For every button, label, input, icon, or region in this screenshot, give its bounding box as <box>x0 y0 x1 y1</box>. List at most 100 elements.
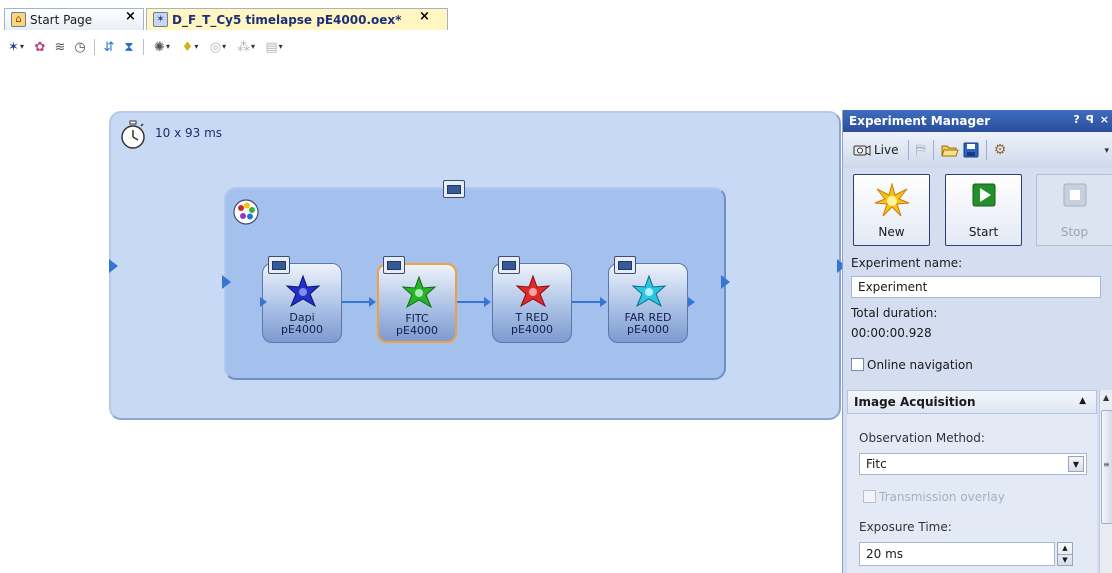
new-label: New <box>878 225 905 239</box>
tab-label: Start Page <box>30 12 93 27</box>
tab-experiment-file[interactable]: ✶ D_F_T_Cy5 timelapse pE4000.oex* × <box>146 8 448 30</box>
disc-icon[interactable]: ◎ ▾ <box>206 39 230 55</box>
export-icon[interactable]: ▤ ▾ <box>262 39 286 55</box>
panel-toolbar: Live ⛿ ⚙ ▾ <box>843 132 1112 168</box>
channel-node-far-red[interactable]: FAR RED pE4000 <box>608 263 688 343</box>
connector-line <box>342 301 370 303</box>
connector-arrow <box>688 297 695 307</box>
monitor-icon[interactable] <box>498 256 520 274</box>
channel-node-t-red[interactable]: T RED pE4000 <box>492 263 572 343</box>
start-button[interactable]: Start <box>945 174 1022 246</box>
observation-method-select[interactable]: Fitc ▼ <box>859 453 1087 475</box>
close-icon[interactable]: × <box>125 10 136 23</box>
connector-line <box>457 301 485 303</box>
tab-label: D_F_T_Cy5 timelapse pE4000.oex* <box>172 12 402 27</box>
fluorophore-star-icon <box>631 274 667 308</box>
fluorophore-star-icon <box>515 274 551 308</box>
close-icon[interactable]: × <box>1100 113 1109 126</box>
monitor-icon[interactable] <box>268 256 290 274</box>
connector-line <box>572 301 600 303</box>
live-button[interactable]: Live <box>851 139 901 161</box>
channel-device: pE4000 <box>281 323 323 336</box>
channel-device: pE4000 <box>627 323 669 336</box>
toolbar-separator <box>907 140 909 160</box>
toolbar-separator <box>985 140 987 160</box>
camera-icon <box>853 145 871 156</box>
collapse-icon[interactable]: ▲ <box>1079 396 1086 406</box>
timelapse-label: 10 x 93 ms <box>155 126 223 140</box>
monitor-icon[interactable] <box>614 256 636 274</box>
channel-node-fitc[interactable]: FITC pE4000 <box>377 263 457 343</box>
branch-icon[interactable]: ⇵ <box>101 39 117 55</box>
stop-button[interactable]: Stop <box>1036 174 1112 246</box>
group-input-port <box>222 275 231 289</box>
experiment-icon: ✶ <box>153 12 168 27</box>
exposure-time-stepper[interactable]: ▲ ▼ <box>1057 542 1073 566</box>
palette-icon <box>233 199 259 225</box>
monitor-icon[interactable] <box>383 256 405 274</box>
exposure-time-value: 20 ms <box>866 547 904 561</box>
experiment-name-label: Experiment name: <box>851 256 963 270</box>
settings-icon[interactable]: ⚙ <box>994 139 1007 161</box>
home-icon: ⌂ <box>11 12 26 27</box>
observation-method-value: Fitc <box>866 457 887 471</box>
connector-arrow <box>369 297 376 307</box>
transmission-overlay-checkbox[interactable]: Transmission overlay <box>863 490 1005 504</box>
stopwatch-icon <box>121 120 145 149</box>
close-icon[interactable]: × <box>419 10 430 23</box>
snap-icon[interactable]: ⛿ <box>916 139 926 161</box>
panel-header: Experiment Manager ? ꟼ × <box>843 110 1112 132</box>
help-icon[interactable]: ? <box>1073 113 1079 126</box>
document-tab-strip: ⌂ Start Page × ✶ D_F_T_Cy5 timelapse pE4… <box>0 0 1112 40</box>
group-output-port <box>721 275 730 289</box>
increment-icon[interactable]: ▲ <box>1058 543 1072 554</box>
observation-method-label: Observation Method: <box>859 431 985 445</box>
monitor-icon[interactable] <box>443 180 465 198</box>
experiment-manager-panel: Experiment Manager ? ꟼ × Live ⛿ ⚙ ▾ New … <box>842 110 1112 573</box>
stop-label: Stop <box>1060 225 1089 239</box>
section-title: Image Acquisition <box>854 395 976 409</box>
connector-arrow <box>600 297 607 307</box>
connector-arrow <box>484 297 491 307</box>
tab-start-page[interactable]: ⌂ Start Page × <box>4 8 144 30</box>
starburst-icon <box>874 183 909 217</box>
hourglass-icon[interactable]: ⧗ <box>121 39 137 55</box>
fluorophore-star-icon <box>401 275 437 309</box>
image-acquisition-header[interactable]: Image Acquisition ▲ <box>847 390 1097 414</box>
checkbox-box[interactable] <box>851 358 864 371</box>
decrement-icon[interactable]: ▼ <box>1058 553 1072 566</box>
timer-icon[interactable]: ◷ <box>72 39 88 55</box>
fan-icon[interactable]: ✺ ▾ <box>150 39 174 55</box>
exposure-time-label: Exposure Time: <box>859 520 952 534</box>
total-duration-label: Total duration: <box>851 306 938 320</box>
exposure-time-input[interactable]: 20 ms <box>859 542 1055 566</box>
live-label: Live <box>874 143 899 157</box>
toolbar-separator <box>94 39 95 55</box>
bulb-icon[interactable]: ♦ ▾ <box>178 39 202 55</box>
experiment-name-input[interactable] <box>851 276 1101 298</box>
transmission-overlay-label: Transmission overlay <box>879 490 1005 504</box>
open-folder-icon[interactable] <box>940 139 959 161</box>
checkbox-box[interactable] <box>863 490 876 503</box>
grid-icon[interactable]: ⁂ ▾ <box>234 39 258 55</box>
channel-node-dapi[interactable]: Dapi pE4000 <box>262 263 342 343</box>
overflow-chevron-icon[interactable]: ▾ <box>1104 146 1109 156</box>
play-icon <box>972 183 995 207</box>
scroll-up-icon[interactable]: ▲ <box>1103 393 1109 402</box>
pin-icon[interactable]: ꟼ <box>1086 113 1094 126</box>
new-experiment-button[interactable]: New <box>853 174 930 246</box>
chevron-down-icon[interactable]: ▼ <box>1068 456 1084 472</box>
channel-device: pE4000 <box>396 324 438 337</box>
save-icon[interactable] <box>963 139 979 161</box>
main-toolbar: ✶ ▾ ✿ ≋ ◷ ⇵ ⧗ ✺ ▾ ♦ ▾ ◎ ▾ ⁂ ▾ ▤ ▾ <box>4 36 286 58</box>
layers-icon[interactable]: ≋ <box>52 39 68 55</box>
start-label: Start <box>968 225 999 239</box>
palette-icon[interactable]: ✿ <box>32 39 48 55</box>
experiment-icon[interactable]: ✶ ▾ <box>4 39 28 55</box>
loop-input-port <box>109 259 118 273</box>
online-navigation-checkbox[interactable]: Online navigation <box>851 358 973 372</box>
panel-scrollbar[interactable]: ▲ ≡ <box>1099 390 1112 573</box>
toolbar-separator <box>143 39 144 55</box>
panel-title: Experiment Manager <box>849 114 991 128</box>
online-navigation-label: Online navigation <box>867 358 973 372</box>
